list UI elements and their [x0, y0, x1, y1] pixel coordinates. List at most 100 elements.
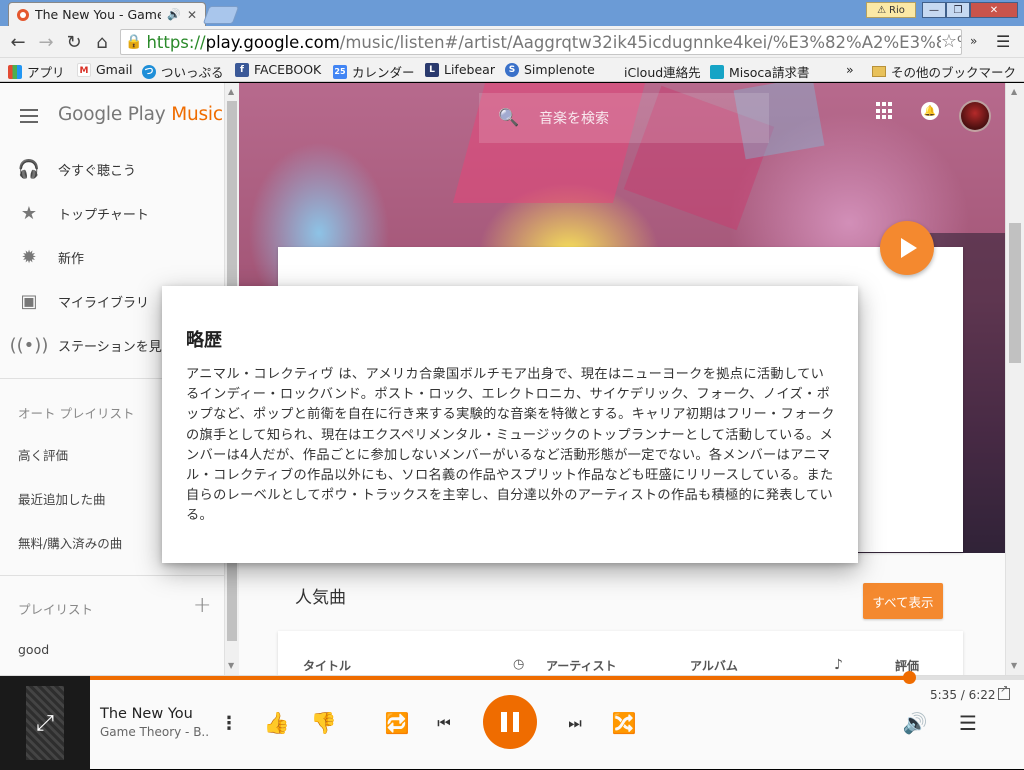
apps-grid-icon[interactable]	[876, 102, 894, 120]
bookmark-misoca[interactable]: Misoca請求書	[710, 62, 809, 81]
playback-progress-slider[interactable]	[90, 671, 1024, 684]
google-play-music-logo[interactable]: Google Play Music	[58, 104, 223, 125]
playlist-thumbs-up[interactable]: 高く評価	[18, 445, 68, 464]
back-arrow-icon[interactable]: ←	[6, 30, 30, 54]
minimize-button[interactable]: —	[922, 2, 946, 18]
bookmark-label: iCloud連絡先	[624, 65, 701, 80]
playlists-header: プレイリスト	[18, 602, 94, 617]
playlist-good[interactable]: good	[18, 642, 49, 657]
notifications-bell-icon[interactable]: 🔔	[921, 102, 939, 120]
repeat-icon[interactable]: 🔁	[383, 710, 411, 736]
address-bar[interactable]: 🔒 https:// play.google.com /music/listen…	[120, 29, 962, 55]
playlist-recently-added[interactable]: 最近追加した曲	[18, 489, 106, 508]
playback-time: 5:35 / 6:22	[930, 688, 996, 702]
thumbs-down-icon[interactable]: 👎	[309, 710, 339, 736]
play-icon	[901, 238, 917, 258]
scroll-down-icon[interactable]: ▼	[1011, 661, 1017, 670]
bookmark-simplenote[interactable]: S Simplenote	[505, 62, 595, 77]
browser-toolbar: ← → ↻ ⌂ 🔒 https:// play.google.com /musi…	[0, 26, 1024, 58]
audio-playing-icon[interactable]: 🔊	[167, 8, 181, 21]
forward-arrow-icon[interactable]: →	[34, 30, 58, 54]
sidebar-item-listen-now[interactable]: 🎧 今すぐ聴こう	[0, 147, 224, 191]
profile-button[interactable]: ⚠ Rio	[866, 2, 916, 18]
scroll-up-icon[interactable]: ▲	[228, 87, 234, 96]
expand-icon[interactable]: ⤢	[30, 708, 60, 738]
tracks-table: タイトル ◷ アーティスト アルバム ♪ 評価	[278, 631, 963, 675]
radio-icon: ((•))	[9, 334, 49, 356]
scroll-up-icon[interactable]: ▲	[1011, 87, 1017, 96]
reload-icon[interactable]: ↻	[62, 30, 86, 54]
close-window-button[interactable]: ✕	[970, 2, 1018, 18]
chrome-menu-icon[interactable]: ☰	[996, 32, 1010, 51]
browser-tab[interactable]: The New You - Game 🔊 ✕	[8, 2, 206, 26]
progress-fill	[90, 676, 910, 680]
main-scroll-thumb[interactable]	[1009, 223, 1021, 363]
album-art[interactable]: ⤢	[0, 676, 90, 770]
sidebar-item-label: トップチャート	[58, 207, 149, 223]
bookmark-lifebear[interactable]: L Lifebear	[425, 62, 495, 77]
sidebar-item-label: ステーションを見	[58, 339, 162, 355]
other-bookmarks[interactable]: その他のブックマーク	[872, 62, 1016, 81]
sidebar-divider	[0, 575, 224, 576]
sidebar-item-new-releases[interactable]: ✹ 新作	[0, 235, 224, 279]
next-track-icon[interactable]: ⏭	[562, 710, 588, 736]
column-header-title[interactable]: タイトル	[303, 657, 351, 674]
lifebear-icon: L	[425, 62, 439, 77]
lock-icon: 🔒	[125, 34, 143, 50]
sidebar-item-top-charts[interactable]: ★ トップチャート	[0, 191, 224, 235]
bookmark-star-icon[interactable]: ☆	[940, 31, 957, 52]
tab-close-icon[interactable]: ✕	[187, 8, 197, 22]
sidebar-item-label: 新作	[58, 251, 85, 267]
play-artist-button[interactable]	[880, 221, 934, 275]
restore-button[interactable]: ❐	[946, 2, 970, 18]
progress-knob[interactable]	[903, 671, 917, 684]
column-header-album[interactable]: アルバム	[690, 657, 738, 674]
avatar[interactable]	[959, 100, 991, 132]
thumbs-up-icon[interactable]: 👍	[262, 710, 292, 736]
profile-name: Rio	[889, 4, 905, 16]
auto-playlists-header: オート プレイリスト	[18, 406, 135, 421]
library-icon: ▣	[20, 290, 38, 312]
more-vert-icon[interactable]: ⋮	[220, 710, 238, 736]
playlist-free-purchased[interactable]: 無料/購入済みの曲	[18, 533, 122, 552]
main-scrollbar[interactable]: ▲ ▼	[1005, 83, 1024, 675]
search-placeholder: 音楽を検索	[539, 111, 609, 127]
queue-icon[interactable]: ☰	[955, 710, 981, 736]
show-all-button[interactable]: すべて表示	[863, 583, 943, 619]
bookmark-facebook[interactable]: f FACEBOOK	[235, 62, 321, 77]
search-icon: 🔍	[498, 108, 520, 128]
biography-dialog: 略歴 アニマル・コレクティヴ は、アメリカ合衆国ボルチモア出身で、現在はニューヨ…	[162, 286, 858, 563]
bookmark-icloud[interactable]: iCloud連絡先	[605, 62, 701, 81]
gmail-icon: M	[77, 62, 91, 77]
new-tab-button[interactable]	[202, 6, 240, 24]
bookmark-calendar[interactable]: 25 カレンダー	[333, 62, 415, 81]
add-playlist-icon[interactable]: +	[193, 593, 211, 618]
hamburger-menu-icon[interactable]	[20, 109, 38, 123]
twipple-icon: つ	[142, 64, 156, 79]
now-playing-artist[interactable]: Game Theory - B...	[100, 725, 210, 739]
bookmark-gmail[interactable]: M Gmail	[77, 62, 132, 77]
column-header-artist[interactable]: アーティスト	[546, 657, 617, 674]
url-host: play.google.com	[205, 32, 340, 52]
shuffle-icon[interactable]: 🔀	[610, 710, 638, 736]
home-icon[interactable]: ⌂	[90, 30, 114, 54]
popout-icon[interactable]	[998, 684, 1010, 700]
bookmarks-bar: アプリ M Gmail つ ついっぷる f FACEBOOK 25 カレンダー …	[0, 58, 1024, 82]
previous-track-icon[interactable]: ⏮	[431, 710, 457, 736]
search-input[interactable]: 🔍 音楽を検索	[479, 93, 769, 143]
misoca-icon	[710, 64, 724, 79]
new-release-icon: ✹	[21, 246, 37, 268]
folder-icon	[872, 66, 886, 77]
volume-icon[interactable]: 🔊	[900, 710, 930, 736]
bookmarks-overflow[interactable]: »	[846, 62, 854, 77]
warning-icon: ⚠	[877, 4, 887, 16]
bookmark-twipple[interactable]: つ ついっぷる	[142, 62, 224, 81]
extensions-overflow[interactable]: »	[970, 34, 977, 48]
play-count-note-icon[interactable]: ♪	[834, 657, 843, 673]
scroll-down-icon[interactable]: ▼	[228, 661, 234, 670]
pause-button[interactable]	[483, 695, 537, 749]
bookmark-label: アプリ	[27, 65, 65, 80]
now-playing-title[interactable]: The New You	[100, 706, 193, 722]
duration-clock-icon[interactable]: ◷	[513, 657, 524, 672]
bookmark-apps[interactable]: アプリ	[8, 62, 65, 81]
